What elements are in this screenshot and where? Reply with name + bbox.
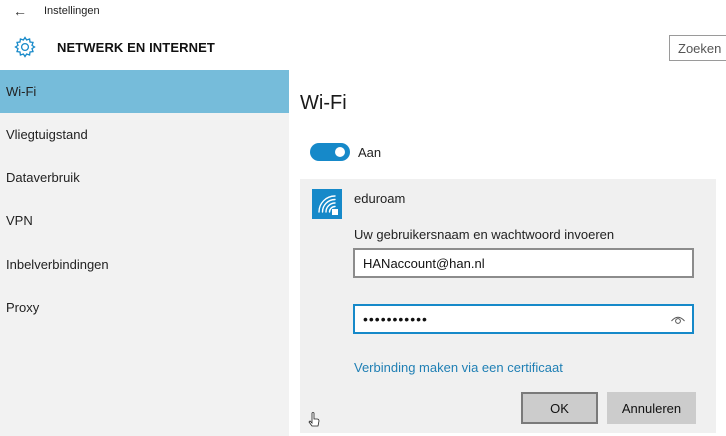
toggle-knob [335,147,345,157]
sidebar-item-dataverbruik[interactable]: Dataverbruik [0,156,289,199]
app-title: Instellingen [44,5,100,17]
gear-icon [14,36,36,58]
cancel-button[interactable]: Annuleren [607,392,696,424]
password-field-box[interactable] [353,304,694,334]
toggle-label: Aan [358,145,382,160]
sidebar-item-vliegtuigstand[interactable]: Vliegtuigstand [0,113,289,156]
wifi-secured-icon [312,189,342,219]
sidebar-item-label: Vliegtuigstand [6,127,88,142]
credentials-prompt: Uw gebruikersnaam en wachtwoord invoeren [354,227,615,242]
sidebar-item-wifi[interactable]: Wi-Fi [0,70,289,113]
mouse-cursor-icon [308,412,320,427]
network-panel: eduroam Uw gebruikersnaam en wachtwoord … [300,179,716,433]
search-input[interactable] [670,36,726,60]
title-bar: ← Instellingen [0,0,726,26]
ok-button[interactable]: OK [521,392,598,424]
back-arrow-icon[interactable]: ← [8,2,32,20]
sidebar-item-label: Proxy [6,300,40,315]
certificate-link[interactable]: Verbinding maken via een certificaat [354,360,563,375]
page-header: NETWERK EN INTERNET [0,26,726,70]
main-content: Wi-Fi Aan eduroam Uw gebruikersnaam en w… [289,70,726,436]
username-field-box[interactable] [353,248,694,278]
network-name: eduroam [354,191,406,206]
password-field[interactable] [355,306,692,332]
username-field[interactable] [355,250,692,276]
sidebar-item-proxy[interactable]: Proxy [0,286,289,329]
section-title: NETWERK EN INTERNET [57,40,215,55]
sidebar-item-label: VPN [6,213,33,228]
sidebar-item-label: Wi-Fi [6,84,37,99]
sidebar-item-vpn[interactable]: VPN [0,199,289,242]
sidebar-item-label: Inbelverbindingen [6,257,109,272]
wifi-toggle[interactable] [310,143,350,161]
sidebar-nav: Wi-Fi Vliegtuigstand Dataverbruik VPN In… [0,70,289,436]
reveal-password-icon[interactable] [670,312,686,326]
search-box[interactable] [669,35,726,61]
sidebar-item-label: Dataverbruik [6,170,80,185]
sidebar-item-inbelverbindingen[interactable]: Inbelverbindingen [0,243,289,286]
page-title: Wi-Fi [300,92,347,114]
